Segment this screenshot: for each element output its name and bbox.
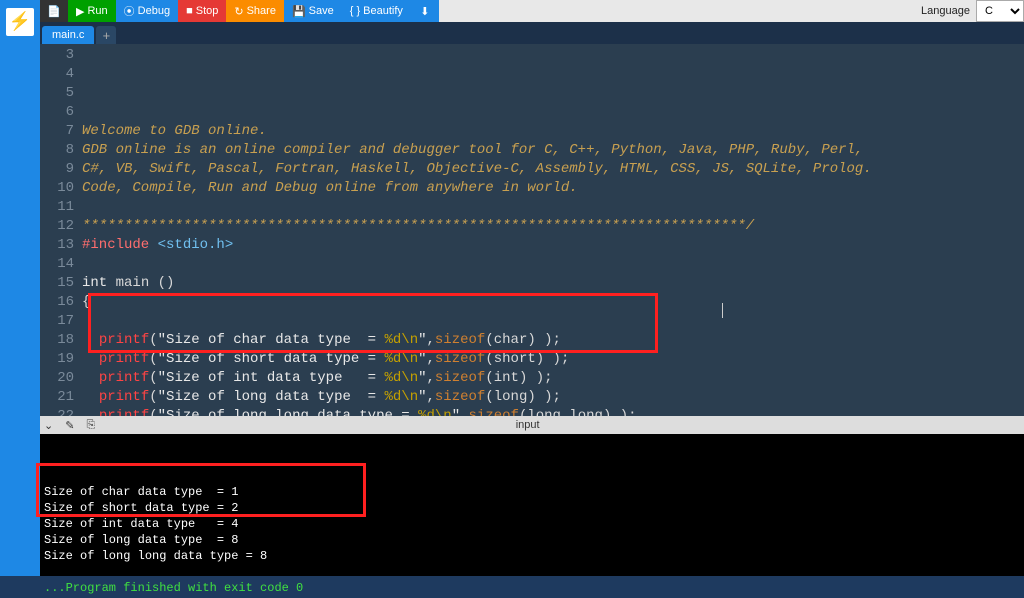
console-line: Size of char data type = 1	[44, 484, 1020, 500]
code-line[interactable]: ****************************************…	[82, 217, 1024, 236]
code-line[interactable]: Code, Compile, Run and Debug online from…	[82, 179, 1024, 198]
file-tab[interactable]: main.c	[42, 26, 94, 44]
code-content[interactable]: Welcome to GDB online.GDB online is an o…	[82, 44, 1024, 416]
new-file-button[interactable]: 📄	[40, 0, 68, 22]
code-line[interactable]	[82, 198, 1024, 217]
save-icon: 💾	[292, 5, 306, 18]
copy-icon[interactable]: ⎘	[86, 419, 95, 432]
share-button[interactable]: ↻Share	[226, 0, 284, 22]
tab-bar: main.c +	[40, 22, 1024, 44]
debug-button[interactable]: ⦿Debug	[116, 0, 178, 22]
code-line[interactable]	[82, 255, 1024, 274]
main-area: 📄 ▶Run ⦿Debug ■Stop ↻Share 💾Save { }Beau…	[40, 0, 1024, 576]
code-line[interactable]: C#, VB, Swift, Pascal, Fortran, Haskell,…	[82, 160, 1024, 179]
exit-message: ...Program finished with exit code 0	[44, 580, 1020, 596]
console-toolbar: ⌄ ✎ ⎘ input	[40, 416, 1024, 434]
download-button[interactable]: ⬇	[411, 0, 439, 22]
code-line[interactable]: #include <stdio.h>	[82, 236, 1024, 255]
add-tab-button[interactable]: +	[96, 26, 116, 44]
share-icon: ↻	[234, 5, 243, 18]
bug-icon: ⦿	[124, 3, 135, 19]
toolbar: 📄 ▶Run ⦿Debug ■Stop ↻Share 💾Save { }Beau…	[40, 0, 1024, 22]
line-number-gutter: 345678910111213141516171819202122	[40, 44, 82, 416]
console-panel: ⌄ ✎ ⎘ input Size of char data type = 1Si…	[40, 416, 1024, 576]
braces-icon: { }	[350, 5, 360, 17]
code-line[interactable]: printf("Size of short data type = %d\n",…	[82, 350, 1024, 369]
edit-icon[interactable]: ✎	[65, 419, 74, 432]
code-line[interactable]: printf("Size of long data type = %d\n",s…	[82, 388, 1024, 407]
download-icon: ⬇	[420, 5, 429, 18]
code-line[interactable]: GDB online is an online compiler and deb…	[82, 141, 1024, 160]
beautify-button[interactable]: { }Beautify	[342, 0, 411, 22]
code-line[interactable]: printf("Size of long long data type = %d…	[82, 407, 1024, 416]
save-button[interactable]: 💾Save	[284, 0, 342, 22]
logo-icon: ⚡	[6, 8, 34, 36]
console-line: Size of long data type = 8	[44, 532, 1020, 548]
stop-icon: ■	[186, 5, 193, 17]
code-line[interactable]: int main ()	[82, 274, 1024, 293]
language-label: Language	[915, 0, 976, 22]
language-select[interactable]: C	[976, 0, 1024, 22]
code-line[interactable]: printf("Size of int data type = %d\n",si…	[82, 369, 1024, 388]
code-editor[interactable]: 345678910111213141516171819202122 Welcom…	[40, 44, 1024, 416]
text-cursor	[722, 303, 723, 318]
console-line: Size of short data type = 2	[44, 500, 1020, 516]
console-line: Size of long long data type = 8	[44, 548, 1020, 564]
console-line: Size of int data type = 4	[44, 516, 1020, 532]
run-button[interactable]: ▶Run	[68, 0, 116, 22]
code-line[interactable]: printf("Size of char data type = %d\n",s…	[82, 331, 1024, 350]
console-tab-label[interactable]: input	[107, 419, 948, 431]
console-output[interactable]: Size of char data type = 1Size of short …	[40, 434, 1024, 598]
file-icon: 📄	[47, 5, 61, 18]
chevron-down-icon[interactable]: ⌄	[44, 419, 53, 432]
code-line[interactable]: Welcome to GDB online.	[82, 122, 1024, 141]
stop-button[interactable]: ■Stop	[178, 0, 226, 22]
code-line[interactable]	[82, 312, 1024, 331]
play-icon: ▶	[76, 5, 84, 18]
left-sidebar: ⚡	[0, 0, 40, 576]
code-line[interactable]: {	[82, 293, 1024, 312]
